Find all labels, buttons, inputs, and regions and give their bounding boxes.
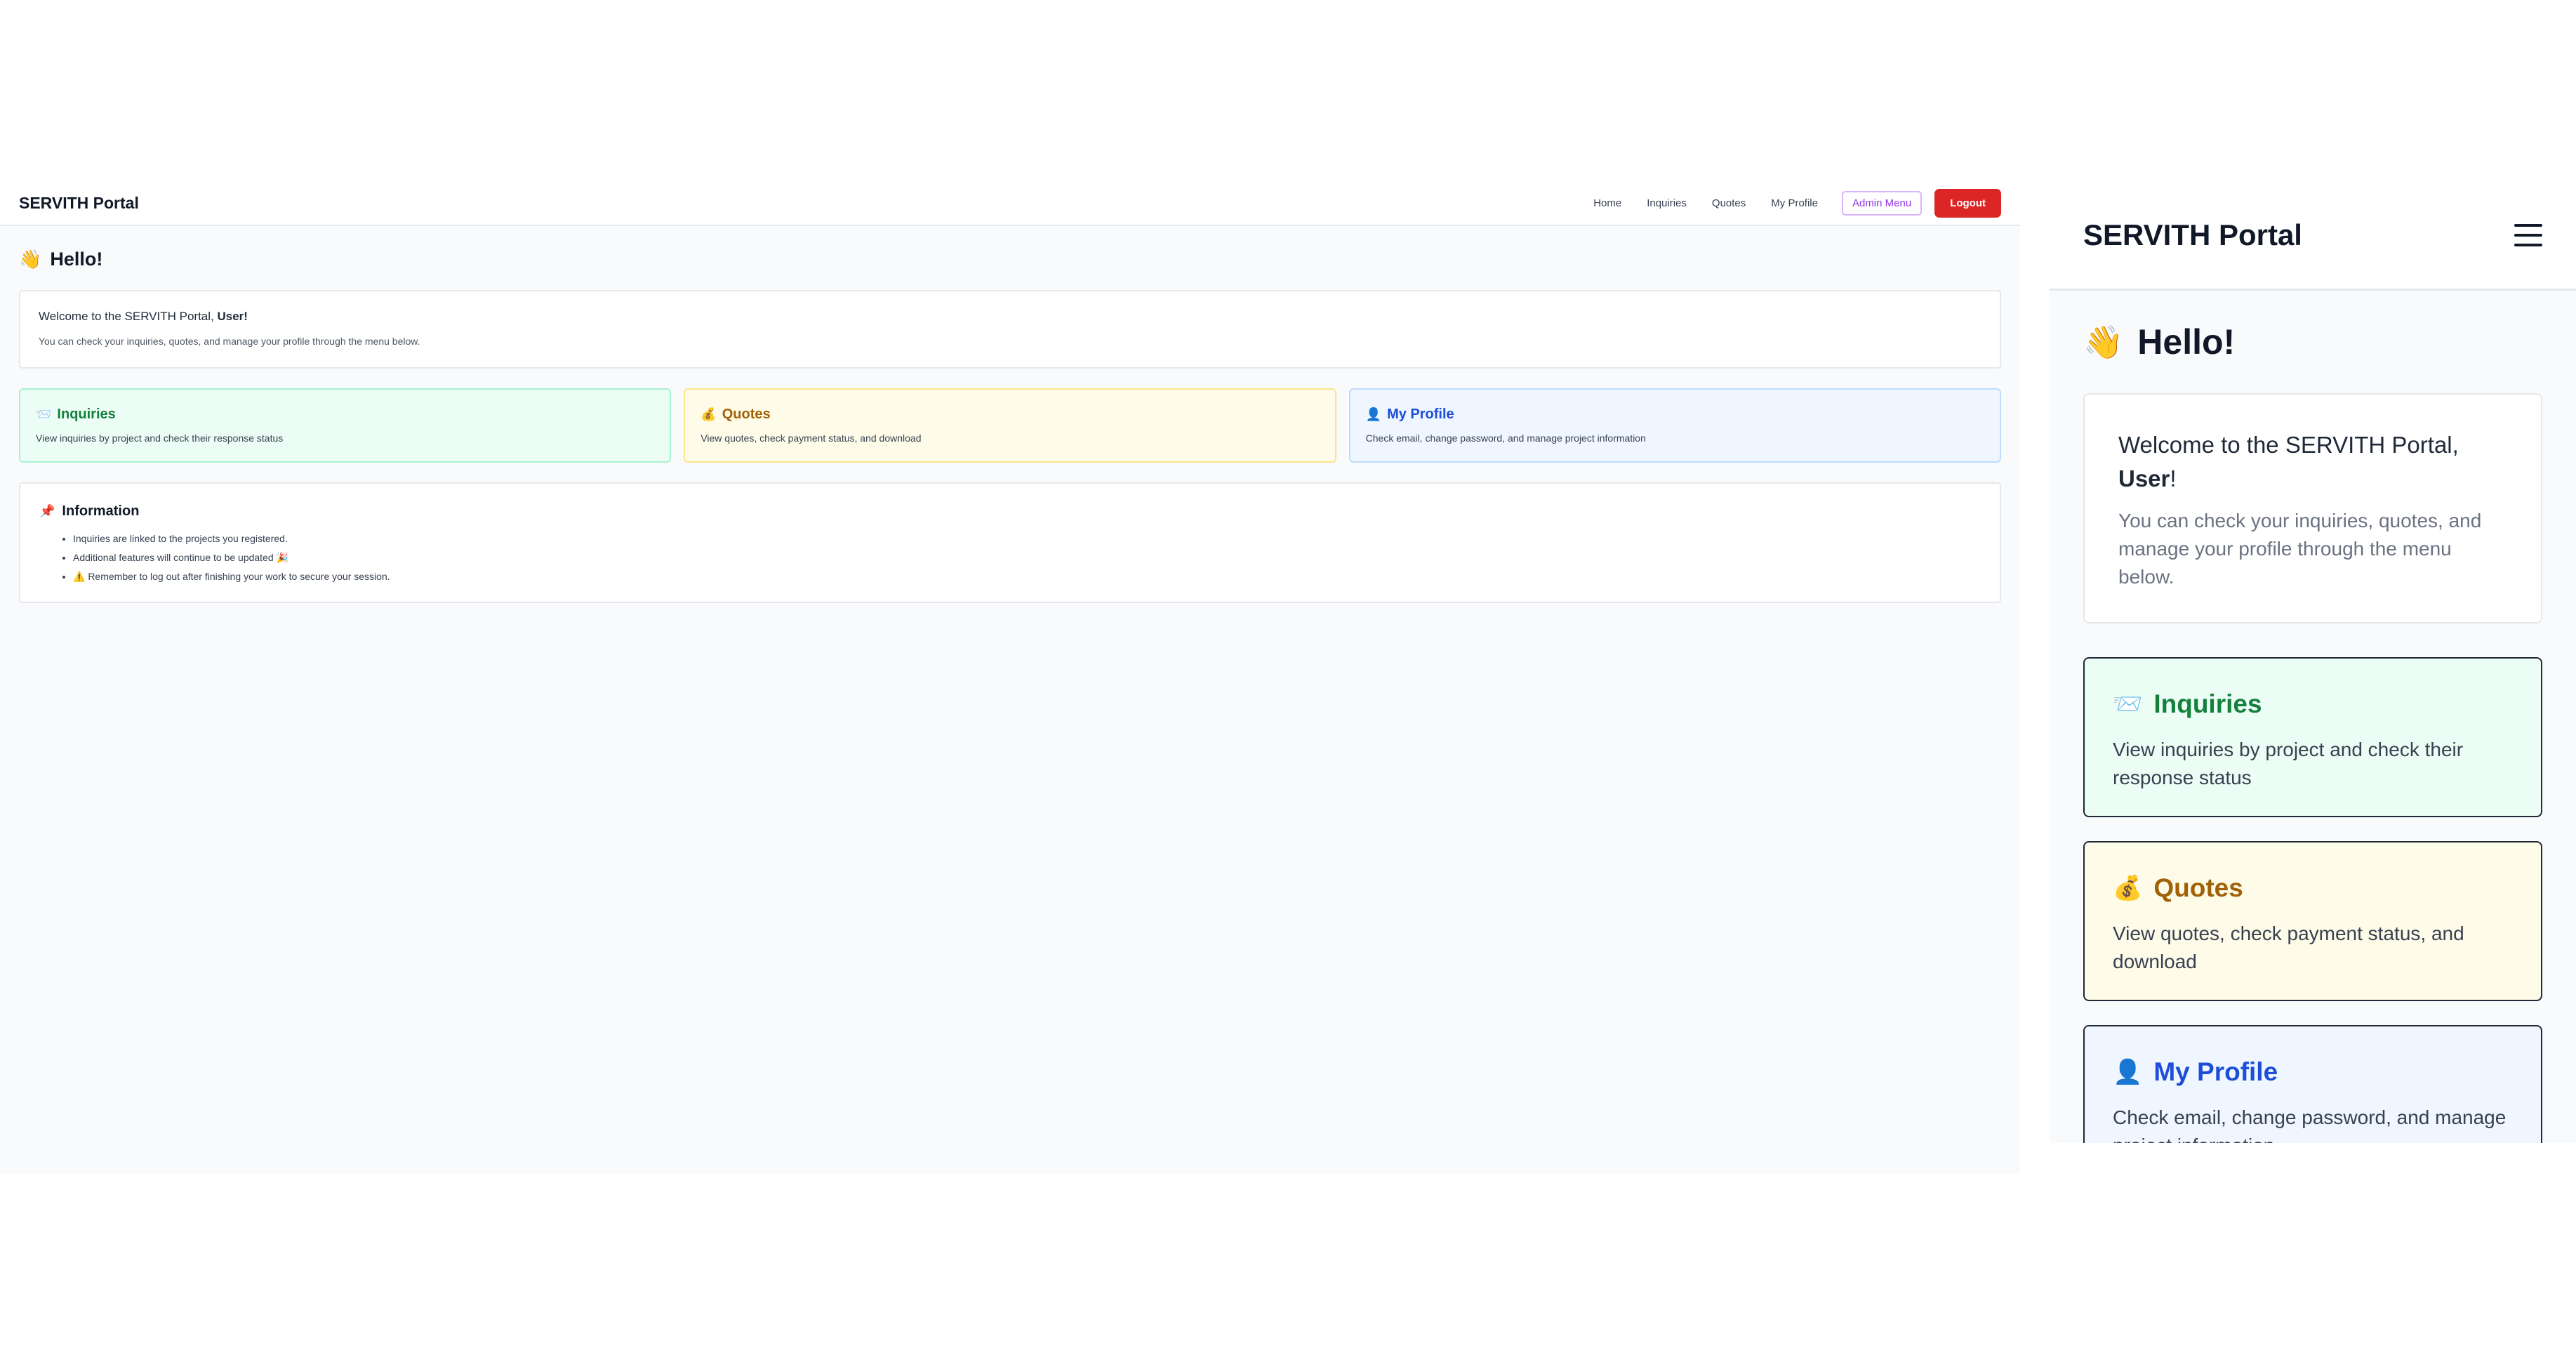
mobile-profile-card-title-text: My Profile — [2153, 1057, 2278, 1086]
nav-quotes-link[interactable]: Quotes — [1699, 193, 1758, 213]
desktop-view: SERVITH Portal Home Inquiries Quotes My … — [0, 181, 2020, 1174]
welcome-suffix: ! — [244, 310, 248, 323]
mobile-page-title-text: Hello! — [2137, 322, 2236, 362]
money-bag-icon: 💰 — [701, 407, 717, 421]
mobile-quotes-card-desc: View quotes, check payment status, and d… — [2113, 923, 2464, 972]
mobile-profile-card-title: 👤 My Profile — [2113, 1057, 2513, 1087]
mobile-profile-card[interactable]: 👤 My Profile Check email, change passwor… — [2083, 1025, 2542, 1143]
user-icon: 👤 — [1365, 407, 1382, 421]
welcome-prefix: Welcome to the SERVITH Portal, — [39, 310, 214, 323]
mobile-inquiries-card-title-text: Inquiries — [2153, 689, 2262, 718]
hamburger-menu-icon[interactable] — [2514, 223, 2542, 246]
mobile-profile-card-desc: Check email, change password, and manage… — [2113, 1106, 2507, 1143]
welcome-message: Welcome to the SERVITH Portal, User! — [39, 310, 1981, 324]
welcome-description: You can check your inquiries, quotes, an… — [39, 336, 420, 347]
mobile-inquiries-card-desc: View inquiries by project and check thei… — [2113, 739, 2464, 788]
profile-card[interactable]: 👤 My Profile Check email, change passwor… — [1348, 388, 2001, 463]
mobile-navbar: SERVITH Portal — [2050, 181, 2576, 291]
user-name: User — [217, 310, 244, 323]
list-item: Inquiries are linked to the projects you… — [73, 529, 1981, 548]
mobile-welcome-message: Welcome to the SERVITH Portal, User! — [2118, 428, 2507, 496]
nav-links: Home Inquiries Quotes My Profile Admin M… — [1581, 188, 2001, 218]
information-title: 📌 Information — [39, 503, 1981, 520]
main-content: 👋 Hello! Welcome to the SERVITH Portal, … — [0, 249, 2020, 603]
quotes-card-title: 💰 Quotes — [701, 407, 1319, 423]
mobile-quotes-card-title: 💰 Quotes — [2113, 873, 2513, 903]
inquiries-card[interactable]: 📨 Inquiries View inquiries by project an… — [19, 388, 672, 463]
page-title: 👋 Hello! — [19, 249, 2001, 270]
inquiries-card-title-text: Inquiries — [57, 407, 116, 422]
pushpin-icon: 📌 — [39, 504, 55, 518]
welcome-suffix: ! — [2170, 465, 2177, 491]
top-navbar: SERVITH Portal Home Inquiries Quotes My … — [0, 181, 2020, 226]
profile-card-desc: Check email, change password, and manage… — [1365, 432, 1646, 444]
information-list: Inquiries are linked to the projects you… — [39, 529, 1981, 586]
welcome-panel: Welcome to the SERVITH Portal, User! You… — [19, 290, 2001, 369]
quotes-card-title-text: Quotes — [722, 407, 771, 422]
welcome-prefix: Welcome to the SERVITH Portal, — [2118, 432, 2459, 458]
waving-hand-icon: 👋 — [19, 249, 42, 270]
page-title-text: Hello! — [50, 249, 103, 270]
list-item: ⚠️ Remember to log out after finishing y… — [73, 567, 1981, 586]
nav-profile-link[interactable]: My Profile — [1758, 193, 1831, 213]
envelope-icon: 📨 — [36, 407, 52, 421]
mobile-quotes-card-title-text: Quotes — [2153, 873, 2243, 902]
mobile-quotes-card[interactable]: 💰 Quotes View quotes, check payment stat… — [2083, 841, 2542, 1001]
mobile-brand-logo[interactable]: SERVITH Portal — [2083, 218, 2302, 252]
mobile-view: SERVITH Portal 👋 Hello! Welcome to the S… — [2050, 181, 2576, 1143]
information-title-text: Information — [62, 503, 140, 519]
list-item: Additional features will continue to be … — [73, 548, 1981, 567]
money-bag-icon: 💰 — [2113, 875, 2143, 901]
mobile-inquiries-card[interactable]: 📨 Inquiries View inquiries by project an… — [2083, 657, 2542, 817]
brand-logo[interactable]: SERVITH Portal — [19, 194, 139, 213]
quotes-card-desc: View quotes, check payment status, and d… — [701, 432, 922, 444]
logout-button[interactable]: Logout — [1934, 188, 2001, 218]
inquiries-card-desc: View inquiries by project and check thei… — [36, 432, 284, 444]
quotes-card[interactable]: 💰 Quotes View quotes, check payment stat… — [684, 388, 1336, 463]
envelope-icon: 📨 — [2113, 691, 2143, 718]
mobile-welcome-panel: Welcome to the SERVITH Portal, User! You… — [2083, 393, 2542, 623]
mobile-page-title: 👋 Hello! — [2083, 322, 2542, 362]
information-panel: 📌 Information Inquiries are linked to th… — [19, 482, 2001, 603]
profile-card-title-text: My Profile — [1387, 407, 1454, 422]
user-name: User — [2118, 465, 2170, 491]
mobile-welcome-description: You can check your inquiries, quotes, an… — [2118, 510, 2482, 588]
feature-cards: 📨 Inquiries View inquiries by project an… — [19, 388, 2001, 463]
profile-card-title: 👤 My Profile — [1366, 407, 1984, 423]
waving-hand-icon: 👋 — [2083, 323, 2124, 360]
admin-menu-button[interactable]: Admin Menu — [1841, 190, 1923, 216]
user-icon: 👤 — [2113, 1059, 2143, 1085]
mobile-main-content: 👋 Hello! Welcome to the SERVITH Portal, … — [2050, 322, 2576, 1143]
inquiries-card-title: 📨 Inquiries — [36, 407, 654, 423]
nav-home-link[interactable]: Home — [1581, 193, 1634, 213]
screenshot-stage: SERVITH Portal Home Inquiries Quotes My … — [0, 0, 2576, 1348]
nav-inquiries-link[interactable]: Inquiries — [1634, 193, 1699, 213]
mobile-inquiries-card-title: 📨 Inquiries — [2113, 689, 2513, 719]
